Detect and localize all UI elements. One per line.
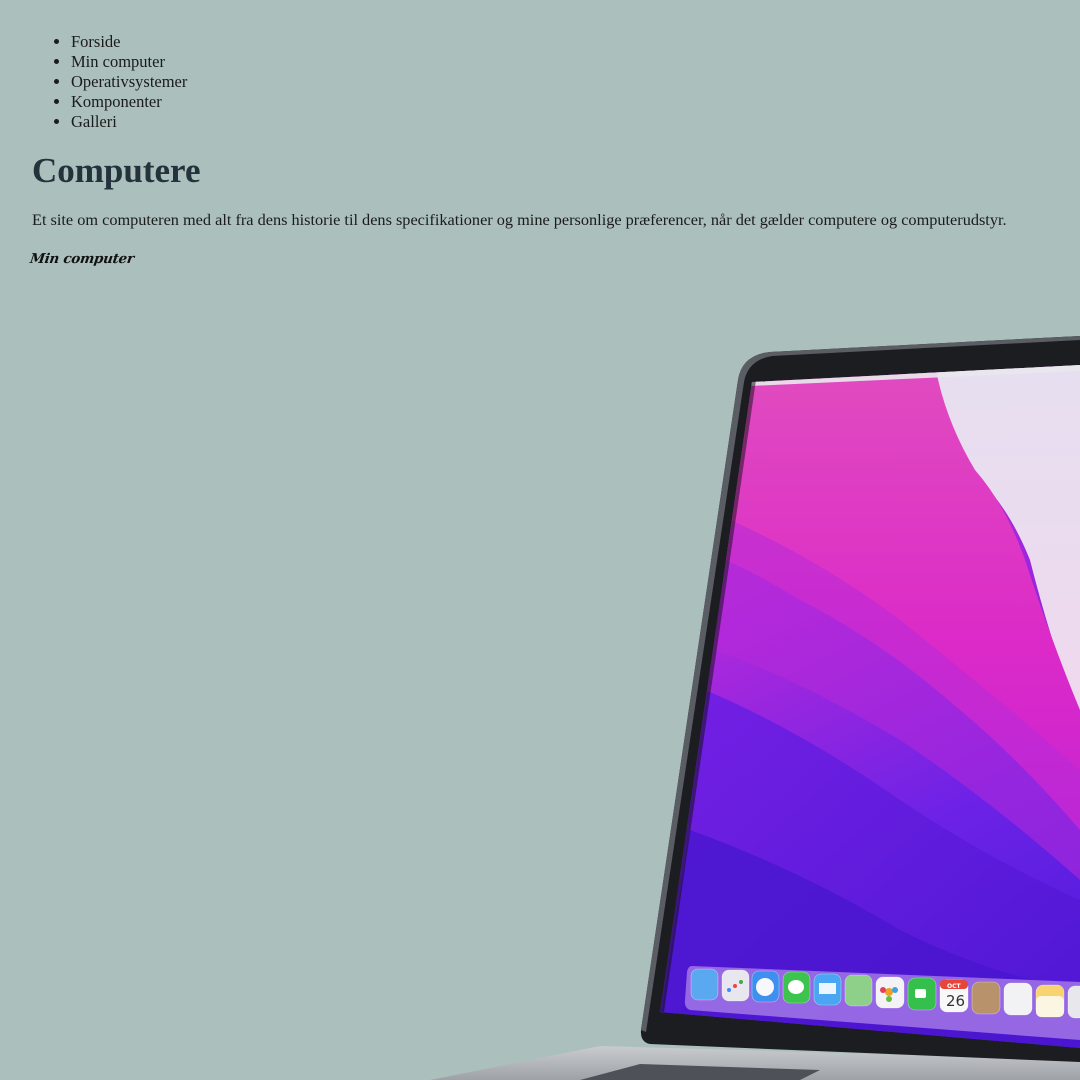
reminders-icon: [1003, 982, 1033, 1016]
app-icon: [1067, 985, 1080, 1019]
maps-icon: [844, 974, 873, 1007]
laptop-image: ● Finder File Edit View Go Window Help: [430, 336, 1080, 1080]
calendar-month: OCT: [947, 983, 962, 990]
finder-icon: [690, 968, 719, 1001]
contacts-icon: [971, 981, 1001, 1015]
calendar-day: 26: [946, 992, 965, 1010]
